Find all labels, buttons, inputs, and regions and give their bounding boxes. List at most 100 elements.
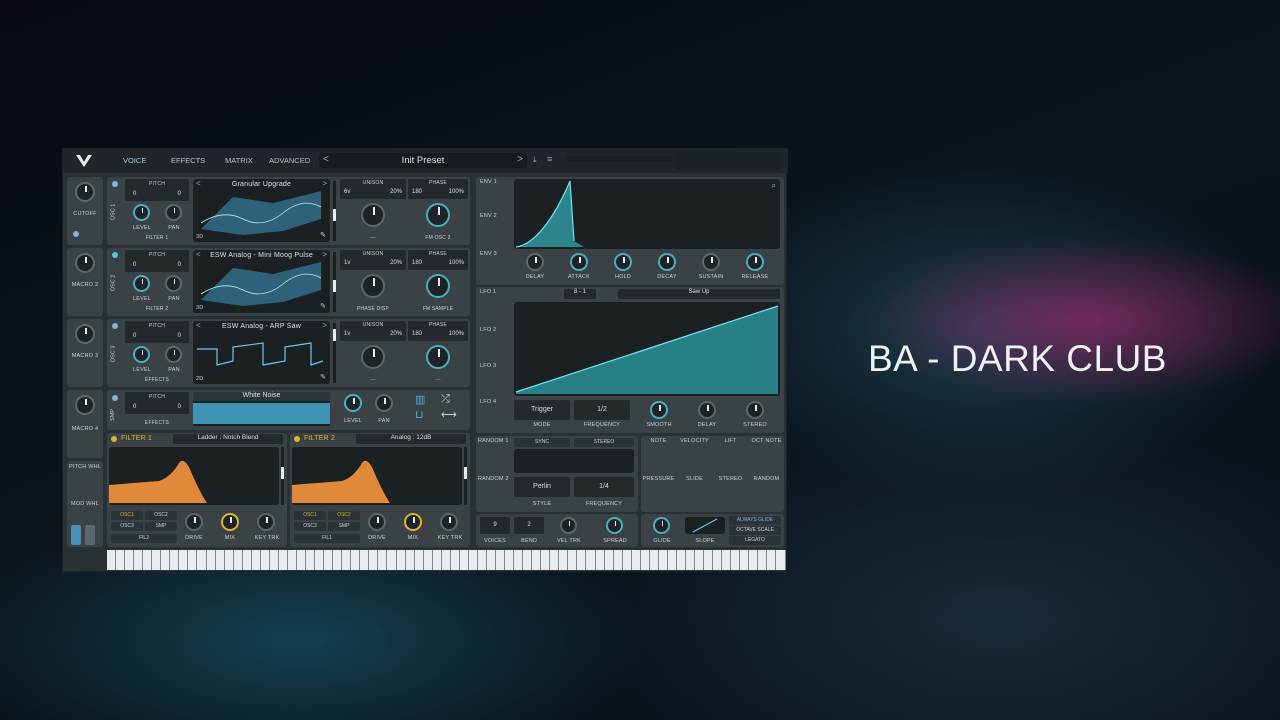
keyboard-track-icon[interactable]: ▥ (415, 393, 425, 406)
fm-knob[interactable] (426, 274, 450, 298)
route-osc3[interactable]: OSC3 (111, 522, 143, 531)
tab-voice[interactable]: VOICE (123, 156, 146, 165)
edit-icon[interactable]: ✎ (320, 373, 326, 381)
pitch-fine[interactable]: 0 (178, 191, 181, 197)
filter-response[interactable] (109, 447, 279, 505)
tab-env2[interactable]: ENV 2 (480, 213, 497, 219)
fm-knob[interactable] (426, 203, 450, 227)
random-style[interactable]: Perlin (514, 477, 570, 497)
filter-blend-slider[interactable] (464, 447, 467, 505)
smp-enable[interactable] (112, 395, 118, 401)
osc-enable[interactable] (112, 252, 118, 258)
pitch-fine[interactable]: 0 (178, 333, 181, 339)
slope-graph[interactable] (685, 517, 725, 534)
pitch-fine[interactable]: 0 (178, 262, 181, 268)
pitch-coarse[interactable]: 0 (133, 262, 136, 268)
unison-detune[interactable]: 20% (390, 189, 402, 195)
lfo-delay-knob[interactable] (698, 401, 716, 419)
unison-detune[interactable]: 20% (390, 331, 402, 337)
osc-destination[interactable]: EFFECTS (125, 377, 189, 383)
sample-display[interactable]: White Noise (193, 392, 330, 426)
bounce-icon[interactable]: ⟷ (441, 408, 457, 421)
mod-source-slide[interactable]: SLIDE (677, 476, 712, 482)
osc-pan-knob[interactable] (165, 346, 182, 363)
route-osc3[interactable]: OSC3 (294, 522, 326, 531)
env-release-knob[interactable] (746, 253, 764, 271)
random-frequency[interactable]: 1/4 (574, 477, 634, 497)
tab-random1[interactable]: RANDOM 1 (478, 438, 509, 444)
voices-value[interactable]: 9 (480, 517, 510, 534)
mix-knob[interactable] (221, 513, 239, 531)
tab-env3[interactable]: ENV 3 (480, 251, 497, 257)
osc-level-knob[interactable] (133, 346, 150, 363)
mod-source-oct-note[interactable]: OCT NOTE (749, 438, 784, 444)
stereo-button[interactable]: STEREO (574, 438, 634, 447)
lfo-shape-selector[interactable]: Saw Up (618, 289, 780, 299)
dimension-label[interactable]: 3D (196, 305, 203, 311)
edit-icon[interactable]: ✎ (320, 231, 326, 239)
piano-keyboard[interactable] (107, 550, 786, 570)
smp-dest[interactable]: EFFECTS (125, 420, 189, 426)
tab-lfo3[interactable]: LFO 3 (480, 363, 496, 369)
lfo-frequency[interactable]: 1/2 (574, 400, 630, 420)
osc-pitch[interactable]: PITCH 0 0 (125, 179, 189, 201)
macro-toggle-icon[interactable] (73, 231, 79, 237)
tab-random2[interactable]: RANDOM 2 (478, 476, 509, 482)
lfo-stereo-knob[interactable] (746, 401, 764, 419)
wavetable-display[interactable]: ESW Analog - Mini Moog Pulse < > 3D ✎ (193, 250, 330, 313)
sync-button[interactable]: SYNC (514, 438, 570, 447)
route-osc1[interactable]: OSC1 (111, 511, 143, 520)
env-sustain-knob[interactable] (702, 253, 720, 271)
tab-env1[interactable]: ENV 1 (480, 179, 497, 185)
wavetable-display[interactable]: Granular Upgrade < > 3D ✎ (193, 179, 330, 242)
unison-voices[interactable]: 1v (344, 331, 350, 337)
phase-value[interactable]: 180 (412, 331, 422, 337)
phase-value[interactable]: 180 (412, 189, 422, 195)
tab-lfo4[interactable]: LFO 4 (480, 399, 496, 405)
envelope-graph[interactable]: ⌕ (514, 179, 780, 249)
phase-amount[interactable]: 100% (449, 331, 464, 337)
pitch-wheel[interactable] (71, 525, 81, 545)
always-glide-toggle[interactable]: ALWAYS GLIDE (729, 516, 781, 525)
save-icon[interactable]: ⤓ (533, 155, 537, 165)
vel-trk-knob[interactable] (560, 517, 577, 534)
tab-lfo2[interactable]: LFO 2 (480, 327, 496, 333)
preset-selector[interactable]: < Init Preset > (319, 153, 527, 168)
unison-control[interactable]: UNISON 1v 20% (340, 321, 406, 341)
menu-icon[interactable]: ≡ (547, 154, 552, 164)
phase-control[interactable]: PHASE 180 100% (408, 321, 468, 341)
pitch-coarse[interactable]: 0 (133, 191, 136, 197)
filter-enable[interactable] (111, 436, 117, 442)
distortion-knob[interactable] (361, 345, 385, 369)
route-osc2[interactable]: OSC2 (328, 511, 360, 520)
macro-4-knob[interactable] (75, 395, 95, 415)
key-trk-knob[interactable] (440, 513, 458, 531)
env-delay-knob[interactable] (526, 253, 544, 271)
drive-knob[interactable] (185, 513, 203, 531)
volume-meter[interactable] (565, 156, 673, 162)
filter-response[interactable] (292, 447, 462, 505)
phase-value[interactable]: 180 (412, 260, 422, 266)
zoom-icon[interactable]: ⌕ (772, 181, 776, 191)
route-osc1[interactable]: OSC1 (294, 511, 326, 520)
route-smp[interactable]: SMP (328, 522, 360, 531)
mod-source-lift[interactable]: LIFT (713, 438, 748, 444)
mod-source-velocity[interactable]: VELOCITY (677, 438, 712, 444)
unison-detune[interactable]: 20% (390, 260, 402, 266)
octave-scale-toggle[interactable]: OCTAVE SCALE (729, 526, 781, 535)
osc-enable[interactable] (112, 323, 118, 329)
phase-control[interactable]: PHASE 180 100% (408, 179, 468, 199)
macro-2-knob[interactable] (75, 253, 95, 273)
drive-knob[interactable] (368, 513, 386, 531)
macro-3-knob[interactable] (75, 324, 95, 344)
filter-blend-slider[interactable] (281, 447, 284, 505)
route-smp[interactable]: SMP (145, 522, 177, 531)
env-hold-knob[interactable] (614, 253, 632, 271)
wave-frame-slider[interactable] (333, 181, 336, 241)
phase-control[interactable]: PHASE 180 100% (408, 250, 468, 270)
env-attack-knob[interactable] (570, 253, 588, 271)
cutoff-knob[interactable] (75, 182, 95, 202)
pitch-coarse[interactable]: 0 (133, 333, 136, 339)
random-phase-icon[interactable]: ⤮ (441, 393, 450, 406)
filter-model[interactable]: Analog : 12dB (356, 434, 466, 444)
